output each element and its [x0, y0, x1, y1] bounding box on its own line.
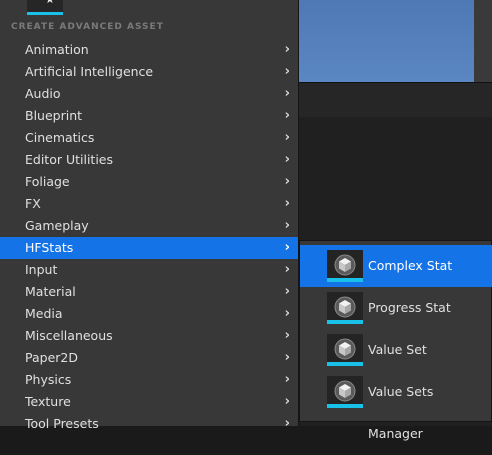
- menu-item-animation[interactable]: Animation ›: [0, 39, 298, 61]
- menu-item-label: Paper2D: [25, 350, 78, 365]
- cube-icon: [327, 334, 363, 366]
- menu-item-label: HFStats: [25, 240, 74, 255]
- submenu-item-complex-stat[interactable]: Complex Stat: [300, 245, 492, 287]
- chevron-right-icon: ›: [284, 306, 290, 321]
- chevron-right-icon: ›: [284, 130, 290, 145]
- menu-item-tool-presets[interactable]: Tool Presets ›: [0, 413, 298, 435]
- menu-item-label: Tool Presets: [25, 416, 99, 431]
- menu-item-label: Cinematics: [25, 130, 95, 145]
- chevron-right-icon: ›: [284, 42, 290, 57]
- menu-item-cinematics[interactable]: Cinematics ›: [0, 127, 298, 149]
- menu-item-label: Gameplay: [25, 218, 89, 233]
- menu-item-audio[interactable]: Audio ›: [0, 83, 298, 105]
- menu-item-blueprint[interactable]: Blueprint ›: [0, 105, 298, 127]
- chevron-right-icon: ›: [284, 240, 290, 255]
- menu-item-partial[interactable]: ★: [0, 0, 298, 16]
- submenu-item-value-sets-manager[interactable]: Value Sets Manager: [300, 371, 492, 441]
- submenu-item-label: Value Sets Manager: [368, 384, 434, 441]
- cube-icon: [327, 376, 363, 408]
- star-icon: ★: [45, 0, 55, 6]
- chevron-right-icon: ›: [284, 372, 290, 387]
- submenu-item-label: Value Set: [368, 342, 427, 357]
- chevron-right-icon: ›: [284, 262, 290, 277]
- menu-item-label: FX: [25, 196, 41, 211]
- cube-icon: [327, 250, 363, 282]
- create-asset-menu: ★ CREATE ADVANCED ASSET Animation›Artifi…: [0, 0, 299, 431]
- menu-item-gameplay[interactable]: Gameplay ›: [0, 215, 298, 237]
- menu-item-label: Artificial Intelligence: [25, 64, 154, 79]
- section-header: CREATE ADVANCED ASSET: [11, 22, 164, 32]
- menu-item-label: Media: [25, 306, 63, 321]
- chevron-right-icon: ›: [284, 284, 290, 299]
- chevron-right-icon: ›: [284, 350, 290, 365]
- chevron-right-icon: ›: [284, 174, 290, 189]
- menu-item-label: Foliage: [25, 174, 70, 189]
- submenu-item-value-set[interactable]: Value Set: [300, 329, 492, 371]
- menu-item-label: Miscellaneous: [25, 328, 113, 343]
- asset-thumbnail: ★: [27, 0, 63, 15]
- menu-item-fx[interactable]: FX ›: [0, 193, 298, 215]
- menu-item-hfstats[interactable]: HFStats ›: [0, 237, 298, 259]
- chevron-right-icon: ›: [284, 196, 290, 211]
- menu-item-label: Input: [25, 262, 58, 277]
- submenu-item-progress-stat[interactable]: Progress Stat: [300, 287, 492, 329]
- viewport-preview: [298, 0, 475, 82]
- menu-item-label: Texture: [25, 394, 71, 409]
- menu-item-label: Material: [25, 284, 76, 299]
- menu-item-material[interactable]: Material ›: [0, 281, 298, 303]
- menu-item-foliage[interactable]: Foliage ›: [0, 171, 298, 193]
- menu-item-input[interactable]: Input ›: [0, 259, 298, 281]
- menu-item-label: Animation: [25, 42, 89, 57]
- menu-item-physics[interactable]: Physics ›: [0, 369, 298, 391]
- submenu-item-label: Progress Stat: [368, 300, 451, 315]
- chevron-right-icon: ›: [284, 394, 290, 409]
- menu-item-paper2d[interactable]: Paper2D ›: [0, 347, 298, 369]
- hfstats-submenu: Complex Stat Progress Stat Value Set Value …: [299, 240, 492, 441]
- chevron-right-icon: ›: [284, 86, 290, 101]
- chevron-right-icon: ›: [284, 218, 290, 233]
- background-toolbar: [298, 82, 492, 118]
- submenu-item-label: Complex Stat: [368, 258, 453, 273]
- chevron-right-icon: ›: [284, 152, 290, 167]
- menu-item-label: Editor Utilities: [25, 152, 114, 167]
- menu-item-label: Physics: [25, 372, 72, 387]
- menu-item-label: Audio: [25, 86, 61, 101]
- cube-icon: [327, 292, 363, 324]
- chevron-right-icon: ›: [284, 416, 290, 431]
- menu-item-texture[interactable]: Texture ›: [0, 391, 298, 413]
- viewport-edge: [474, 0, 492, 82]
- chevron-right-icon: ›: [284, 64, 290, 79]
- chevron-right-icon: ›: [284, 108, 290, 123]
- menu-item-miscellaneous[interactable]: Miscellaneous ›: [0, 325, 298, 347]
- menu-item-label: Blueprint: [25, 108, 83, 123]
- menu-item-artificial-intelligence[interactable]: Artificial Intelligence ›: [0, 61, 298, 83]
- menu-item-media[interactable]: Media ›: [0, 303, 298, 325]
- chevron-right-icon: ›: [284, 328, 290, 343]
- menu-item-editor-utilities[interactable]: Editor Utilities ›: [0, 149, 298, 171]
